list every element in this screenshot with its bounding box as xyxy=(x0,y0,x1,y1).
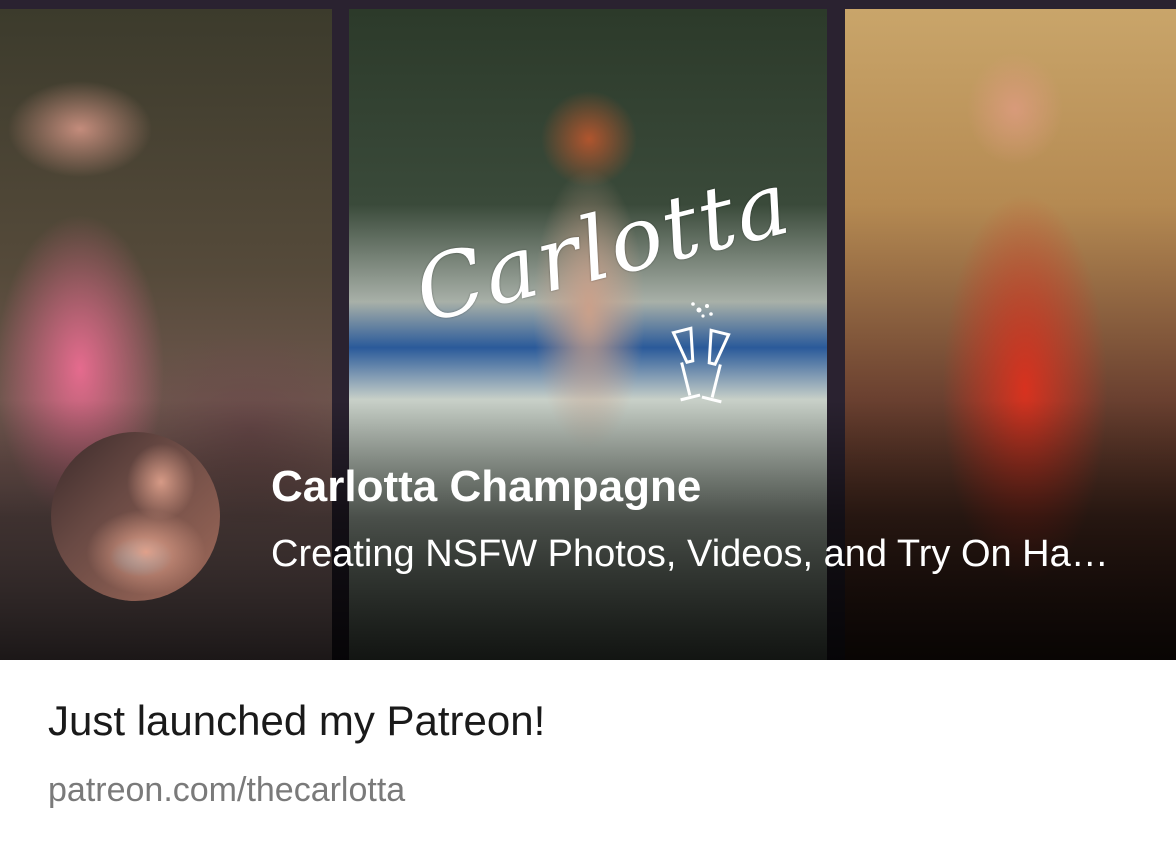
post-url-link[interactable]: patreon.com/thecarlotta xyxy=(48,771,405,810)
champagne-glasses-icon xyxy=(671,302,731,404)
creator-avatar[interactable] xyxy=(51,432,220,601)
creator-tagline: Creating NSFW Photos, Videos, and Try On… xyxy=(271,533,1116,575)
creator-name: Carlotta Champagne xyxy=(271,462,702,511)
creator-banner[interactable]: Carlotta Carlotta Champagne Creating NSF… xyxy=(0,0,1176,660)
banner-top-frame xyxy=(0,0,1176,9)
link-preview-card[interactable]: Carlotta Carlotta Champagne Creating NSF… xyxy=(0,0,1176,852)
post-title: Just launched my Patreon! xyxy=(48,697,546,744)
